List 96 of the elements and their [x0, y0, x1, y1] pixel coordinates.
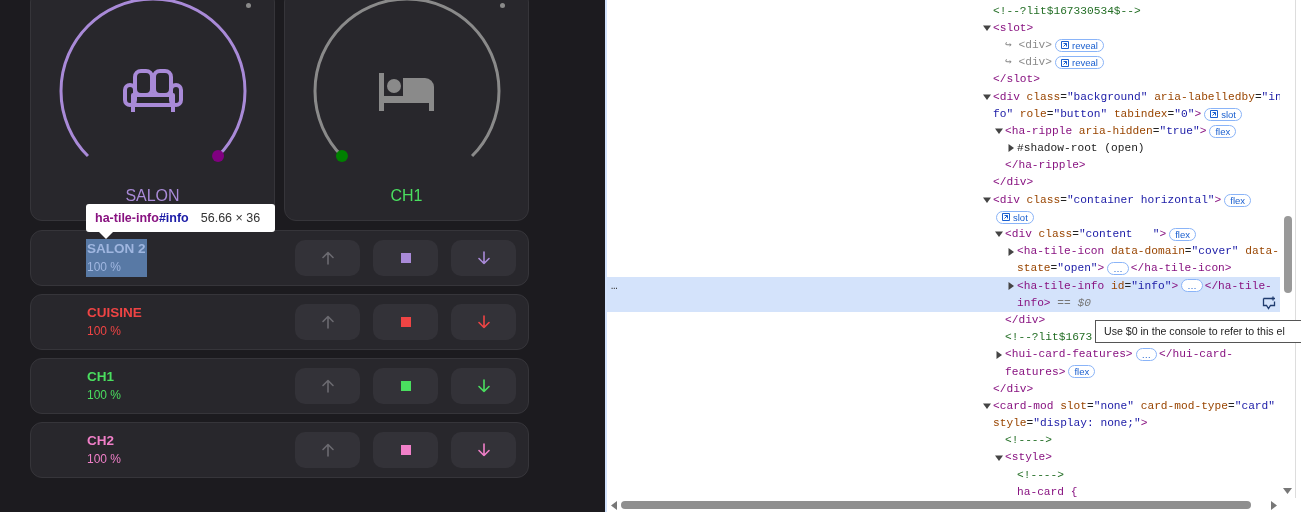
expand-toggle[interactable] — [1007, 144, 1015, 153]
code-text[interactable]: <!----> — [1017, 466, 1064, 484]
dot-icon — [500, 3, 505, 8]
badge-button[interactable]: reveal — [1055, 38, 1104, 52]
arrow-down-icon — [475, 378, 492, 394]
arrow-up-icon — [319, 314, 336, 330]
dial-card[interactable]: CH1 — [284, 0, 529, 221]
badge-button[interactable]: … — [1135, 348, 1158, 362]
arrow-down-icon — [475, 314, 492, 330]
selected-row[interactable]: … <ha-tile-info id="info"> … </ha-tile- info> == $0 — [607, 277, 1280, 312]
position-reading: 100 % — [87, 259, 123, 276]
slider-handle[interactable] — [211, 150, 224, 163]
expand-toggle[interactable] — [1007, 247, 1015, 256]
code-text[interactable]: <!----> — [1005, 432, 1052, 450]
scroll-down-icon[interactable] — [1283, 488, 1292, 494]
arrow-down-icon — [475, 250, 492, 266]
code-text[interactable]: #shadow-root (open) — [1017, 140, 1145, 157]
expand-toggle[interactable] — [995, 350, 1003, 359]
code-text[interactable]: <slot> — [993, 19, 1034, 37]
code-text[interactable]: <card-mod slot="none" card-mod-type="card" — [993, 397, 1275, 415]
code-text[interactable]: </slot> — [993, 71, 1040, 89]
dial-name: SALON — [125, 186, 180, 206]
collapse-toggle[interactable] — [983, 92, 991, 101]
console-tooltip: Use $0 in the console to refer to this el — [1095, 320, 1301, 343]
code-text[interactable]: features> — [1005, 363, 1066, 381]
collapse-toggle[interactable] — [995, 127, 1003, 136]
cover-name: CH1 — [87, 368, 115, 386]
dot-icon — [246, 3, 251, 8]
code-text[interactable]: </hui-card- — [1159, 346, 1233, 364]
arrow-up-icon — [319, 250, 336, 266]
cover-card[interactable]: CH2 100 % — [30, 422, 529, 478]
code-text[interactable]: state="open"> — [1017, 260, 1105, 278]
arrow-down-icon — [475, 442, 492, 458]
code-text[interactable]: <!--?lit$1673 — [1005, 329, 1093, 346]
dial-arc[interactable] — [313, 0, 500, 158]
code-text[interactable]: </ha-ripple> — [1005, 157, 1086, 175]
sofa-icon — [122, 69, 183, 114]
badge-button[interactable]: flex — [1209, 124, 1237, 138]
dial-arc[interactable] — [59, 0, 246, 158]
arrow-up-icon — [319, 378, 336, 394]
code-text[interactable]: <style> — [1005, 449, 1052, 467]
badge-button[interactable]: slot — [996, 210, 1034, 224]
badge-button[interactable]: flex — [1068, 365, 1096, 379]
collapse-toggle[interactable] — [995, 230, 1003, 239]
arrow-up-icon — [319, 442, 336, 458]
scroll-thumb[interactable] — [621, 501, 1251, 509]
code-text[interactable]: ha-card { — [1017, 483, 1078, 498]
badge-button[interactable]: reveal — [1055, 56, 1104, 70]
code-text[interactable]: <div class="container horizontal"> — [993, 191, 1222, 209]
cover-card[interactable]: CH1 100 % — [30, 358, 529, 414]
code-text[interactable]: <hui-card-features> — [1005, 346, 1133, 364]
bed-icon — [378, 73, 434, 111]
code-text[interactable]: </ha-tile- — [1204, 277, 1272, 295]
code-text[interactable]: <ha-tile-info id="info"> — [1017, 277, 1179, 295]
code-text[interactable]: <ha-ripple aria-hidden="true"> — [1005, 122, 1207, 140]
code-text[interactable]: </ha-tile-icon> — [1130, 260, 1232, 278]
badge-button[interactable]: flex — [1224, 193, 1252, 207]
scroll-right-icon[interactable] — [1271, 500, 1277, 510]
badge-button[interactable]: … — [1181, 279, 1203, 293]
code-text[interactable]: <!--?lit$167330534$--> — [993, 2, 1141, 20]
collapse-toggle[interactable] — [983, 24, 991, 33]
badge-button[interactable]: … — [1107, 262, 1129, 276]
expand-toggle[interactable] — [1007, 282, 1015, 290]
stop-button[interactable] — [373, 240, 438, 276]
chat-sparkle-icon[interactable] — [1262, 296, 1276, 311]
collapse-toggle[interactable] — [995, 453, 1003, 462]
code-text[interactable]: </div> — [993, 380, 1034, 398]
collapse-toggle[interactable] — [983, 196, 991, 205]
badge-button[interactable]: flex — [1169, 227, 1196, 241]
cover-name: SALON 2 — [87, 240, 146, 258]
cover-name: CH2 — [87, 432, 115, 450]
code-text[interactable]: fo" role="button" tabindex="0"> — [993, 105, 1202, 123]
code-text[interactable]: ↪ <div> — [1005, 54, 1053, 71]
code-text[interactable]: style="display: none;"> — [993, 415, 1148, 432]
collapse-toggle[interactable] — [983, 402, 991, 411]
cover-name: CUISINE — [87, 304, 142, 322]
cover-card[interactable]: CUISINE 100 % — [30, 294, 529, 350]
code-text[interactable]: <ha-tile-icon data-domain="cover" data- — [1017, 243, 1279, 260]
code-text[interactable]: <div class="background" aria-labelledby="in — [993, 88, 1280, 106]
badge-button[interactable]: slot — [1204, 107, 1242, 121]
position-reading: 100 % — [87, 451, 122, 468]
stop-button[interactable] — [373, 432, 438, 468]
code-text[interactable]: ↪ <div> — [1005, 36, 1053, 54]
scroll-thumb[interactable] — [1283, 216, 1292, 293]
dial-name: CH1 — [390, 186, 423, 206]
code-text[interactable]: </div> — [1005, 311, 1046, 329]
stop-button[interactable] — [373, 304, 438, 340]
slider-handle[interactable] — [335, 150, 348, 163]
position-reading: 100 % — [87, 387, 122, 404]
stop-button[interactable] — [373, 368, 438, 404]
code-text[interactable]: info> == $0 — [1017, 294, 1091, 312]
scroll-left-icon[interactable] — [611, 500, 617, 510]
code-text[interactable]: <div class="content "> — [1005, 226, 1167, 243]
position-reading: 100 % — [87, 323, 123, 340]
more-options[interactable]: … — [607, 279, 618, 292]
code-text[interactable]: </div> — [993, 174, 1034, 192]
